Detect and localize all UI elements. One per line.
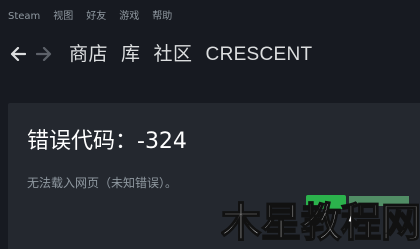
arrow-right-icon[interactable] xyxy=(35,45,53,63)
menu-item-games[interactable]: 游戏 xyxy=(119,12,139,22)
watermark: 木星教程网 xyxy=(221,195,420,249)
nav-links: 商店 库 社区 CRESCENT xyxy=(69,44,325,64)
error-title: 错误代码：-324 xyxy=(27,129,187,154)
nav-link-store[interactable]: 商店 xyxy=(69,44,108,64)
arrow-left-icon[interactable] xyxy=(9,45,27,63)
nav-link-username[interactable]: CRESCENT xyxy=(206,45,313,64)
menu-item-view[interactable]: 视图 xyxy=(53,12,73,22)
nav-link-community[interactable]: 社区 xyxy=(154,44,193,64)
menu-bar: Steam 视图 好友 游戏 帮助 xyxy=(0,0,420,34)
watermark-text: 木星教程网 xyxy=(221,200,420,246)
error-description: 无法载入网页（未知错误）。 xyxy=(27,176,178,190)
menu-item-friends[interactable]: 好友 xyxy=(86,12,106,22)
menu-item-steam[interactable]: Steam xyxy=(8,12,40,22)
nav-bar: 商店 库 社区 CRESCENT xyxy=(0,36,420,72)
nav-link-library[interactable]: 库 xyxy=(121,44,141,64)
menu-item-help[interactable]: 帮助 xyxy=(152,12,172,22)
